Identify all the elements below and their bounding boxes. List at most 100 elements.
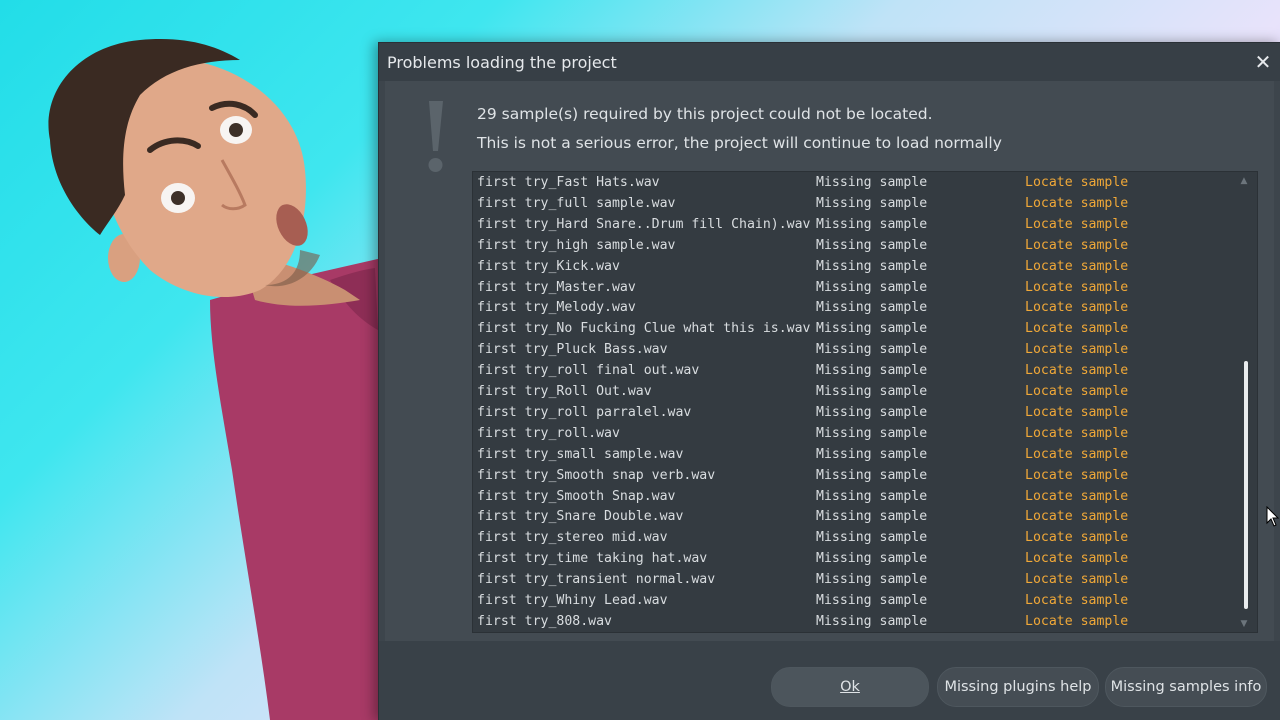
sample-filename: first try_full sample.wav: [477, 195, 676, 211]
sample-filename: first try_Hard Snare..Drum fill Chain).w…: [477, 216, 811, 232]
sample-filename: first try_transient normal.wav: [477, 572, 716, 588]
locate-sample-link[interactable]: Locate sample: [1025, 468, 1128, 483]
sample-status: Missing sample: [816, 321, 928, 337]
error-subtext: This is not a serious error, the project…: [477, 134, 1002, 152]
table-row: first try_time taking hat.wav Missing sam…: [473, 549, 1233, 570]
sample-filename: first try_stereo mid.wav: [477, 530, 668, 546]
locate-sample-link[interactable]: Locate sample: [1025, 489, 1128, 504]
sample-filename: first try_Kick.wav: [477, 258, 620, 274]
sample-filename: first try_Snare Double.wav: [477, 509, 684, 525]
sample-status: Missing sample: [816, 446, 928, 462]
sample-filename: first try_Melody.wav: [477, 300, 636, 316]
dialog-footer: Ok Missing plugins help Missing samples …: [379, 641, 1280, 720]
locate-sample-link[interactable]: Locate sample: [1025, 238, 1128, 253]
sample-filename: first try_roll.wav: [477, 425, 620, 441]
sample-status: Missing sample: [816, 363, 928, 379]
sample-status: Missing sample: [816, 258, 928, 274]
table-row: first try_Master.wav Missing sample Locate…: [473, 278, 1233, 299]
sample-status: Missing sample: [816, 467, 928, 483]
sample-status: Missing sample: [816, 425, 928, 441]
sample-status: Missing sample: [816, 530, 928, 546]
mouse-cursor-icon: [1266, 506, 1280, 527]
sample-filename: first try_high sample.wav: [477, 237, 676, 253]
sample-status: Missing sample: [816, 509, 928, 525]
scroll-up-icon[interactable]: ▲: [1239, 177, 1249, 186]
sample-filename: first try_No Fucking Clue what this is.w…: [477, 321, 811, 337]
locate-sample-link[interactable]: Locate sample: [1025, 593, 1128, 608]
sample-filename: first try_Whiny Lead.wav: [477, 593, 668, 608]
table-row: first try_roll parralel.wav Missing sampl…: [473, 403, 1233, 424]
locate-sample-link[interactable]: Locate sample: [1025, 321, 1128, 336]
scroll-down-icon[interactable]: ▼: [1239, 620, 1249, 629]
sample-filename: first try_Pluck Bass.wav: [477, 342, 668, 358]
exclamation-icon: [428, 101, 443, 172]
ok-button[interactable]: Ok: [771, 667, 929, 707]
sample-filename: first try_roll parralel.wav: [477, 404, 692, 420]
sample-status: Missing sample: [816, 237, 928, 253]
locate-sample-link[interactable]: Locate sample: [1025, 175, 1128, 190]
locate-sample-link[interactable]: Locate sample: [1025, 530, 1128, 545]
scrollbar-thumb[interactable]: [1244, 361, 1248, 609]
person-image: [48, 39, 400, 720]
sample-status: Missing sample: [816, 593, 928, 608]
table-row: first try_roll final out.wav Missing samp…: [473, 361, 1233, 382]
sample-status: Missing sample: [816, 300, 928, 316]
table-row: first try_808.wav Missing sample Locate sa…: [473, 612, 1233, 633]
sample-status: Missing sample: [816, 279, 928, 295]
table-row: first try_No Fucking Clue what this is.w…: [473, 319, 1233, 340]
sample-status: Missing sample: [816, 488, 928, 504]
sample-filename: first try_roll final out.wav: [477, 363, 700, 379]
table-row: first try_Hard Snare..Drum fill Chain).w…: [473, 215, 1233, 236]
locate-sample-link[interactable]: Locate sample: [1025, 572, 1128, 587]
locate-sample-link[interactable]: Locate sample: [1025, 614, 1128, 629]
locate-sample-link[interactable]: Locate sample: [1025, 384, 1128, 399]
locate-sample-link[interactable]: Locate sample: [1025, 259, 1128, 274]
sample-status: Missing sample: [816, 572, 928, 588]
missing-samples-info-button[interactable]: Missing samples info: [1105, 667, 1267, 707]
table-row: first try_Whiny Lead.wav Missing sample Lo…: [473, 591, 1233, 612]
table-row: first try_roll.wav Missing sample Locate s…: [473, 424, 1233, 445]
locate-sample-link[interactable]: Locate sample: [1025, 426, 1128, 441]
sample-filename: first try_808.wav: [477, 613, 612, 629]
error-message: 29 sample(s) required by this project co…: [477, 105, 933, 123]
table-row: first try_Snare Double.wav Missing sample…: [473, 507, 1233, 528]
sample-status: Missing sample: [816, 216, 928, 232]
locate-sample-link[interactable]: Locate sample: [1025, 300, 1128, 315]
locate-sample-link[interactable]: Locate sample: [1025, 196, 1128, 211]
sample-status: Missing sample: [816, 342, 928, 358]
sample-status: Missing sample: [816, 613, 928, 629]
locate-sample-link[interactable]: Locate sample: [1025, 342, 1128, 357]
locate-sample-link[interactable]: Locate sample: [1025, 509, 1128, 524]
problems-dialog: Problems loading the project ✕ 29 sample…: [378, 42, 1280, 720]
locate-sample-link[interactable]: Locate sample: [1025, 217, 1128, 232]
sample-filename: first try_Smooth Snap.wav: [477, 488, 676, 504]
table-row: first try_high sample.wav Missing sample L…: [473, 236, 1233, 257]
locate-sample-link[interactable]: Locate sample: [1025, 405, 1128, 420]
dialog-content: 29 sample(s) required by this project co…: [385, 81, 1274, 641]
sample-filename: first try_time taking hat.wav: [477, 551, 708, 567]
table-row: first try_full sample.wav Missing sample L…: [473, 194, 1233, 215]
sample-status: Missing sample: [816, 195, 928, 211]
sample-filename: first try_Smooth snap verb.wav: [477, 467, 716, 483]
table-row: first try_small sample.wav Missing sample…: [473, 445, 1233, 466]
locate-sample-link[interactable]: Locate sample: [1025, 280, 1128, 295]
missing-samples-list[interactable]: ▲ ▼ first try_Fast Hats.wav Missing sampl…: [472, 171, 1258, 633]
dialog-titlebar: Problems loading the project ✕: [379, 43, 1280, 81]
table-row: first try_Smooth Snap.wav Missing sample L…: [473, 487, 1233, 508]
table-row: first try_Pluck Bass.wav Missing sample Lo…: [473, 340, 1233, 361]
sample-filename: first try_Master.wav: [477, 279, 636, 295]
sample-status: Missing sample: [816, 404, 928, 420]
table-row: first try_Kick.wav Missing sample Locate s…: [473, 257, 1233, 278]
table-row: first try_Smooth snap verb.wav Missing sa…: [473, 466, 1233, 487]
missing-plugins-help-button[interactable]: Missing plugins help: [937, 667, 1099, 707]
sample-filename: first try_Fast Hats.wav: [477, 175, 660, 190]
table-row: first try_transient normal.wav Missing sa…: [473, 570, 1233, 591]
close-icon[interactable]: ✕: [1253, 52, 1273, 72]
sample-status: Missing sample: [816, 551, 928, 567]
locate-sample-link[interactable]: Locate sample: [1025, 551, 1128, 566]
dialog-title: Problems loading the project: [387, 53, 617, 72]
locate-sample-link[interactable]: Locate sample: [1025, 447, 1128, 462]
sample-status: Missing sample: [816, 384, 928, 399]
table-row: first try_Roll Out.wav Missing sample Loca…: [473, 382, 1233, 403]
locate-sample-link[interactable]: Locate sample: [1025, 363, 1128, 378]
